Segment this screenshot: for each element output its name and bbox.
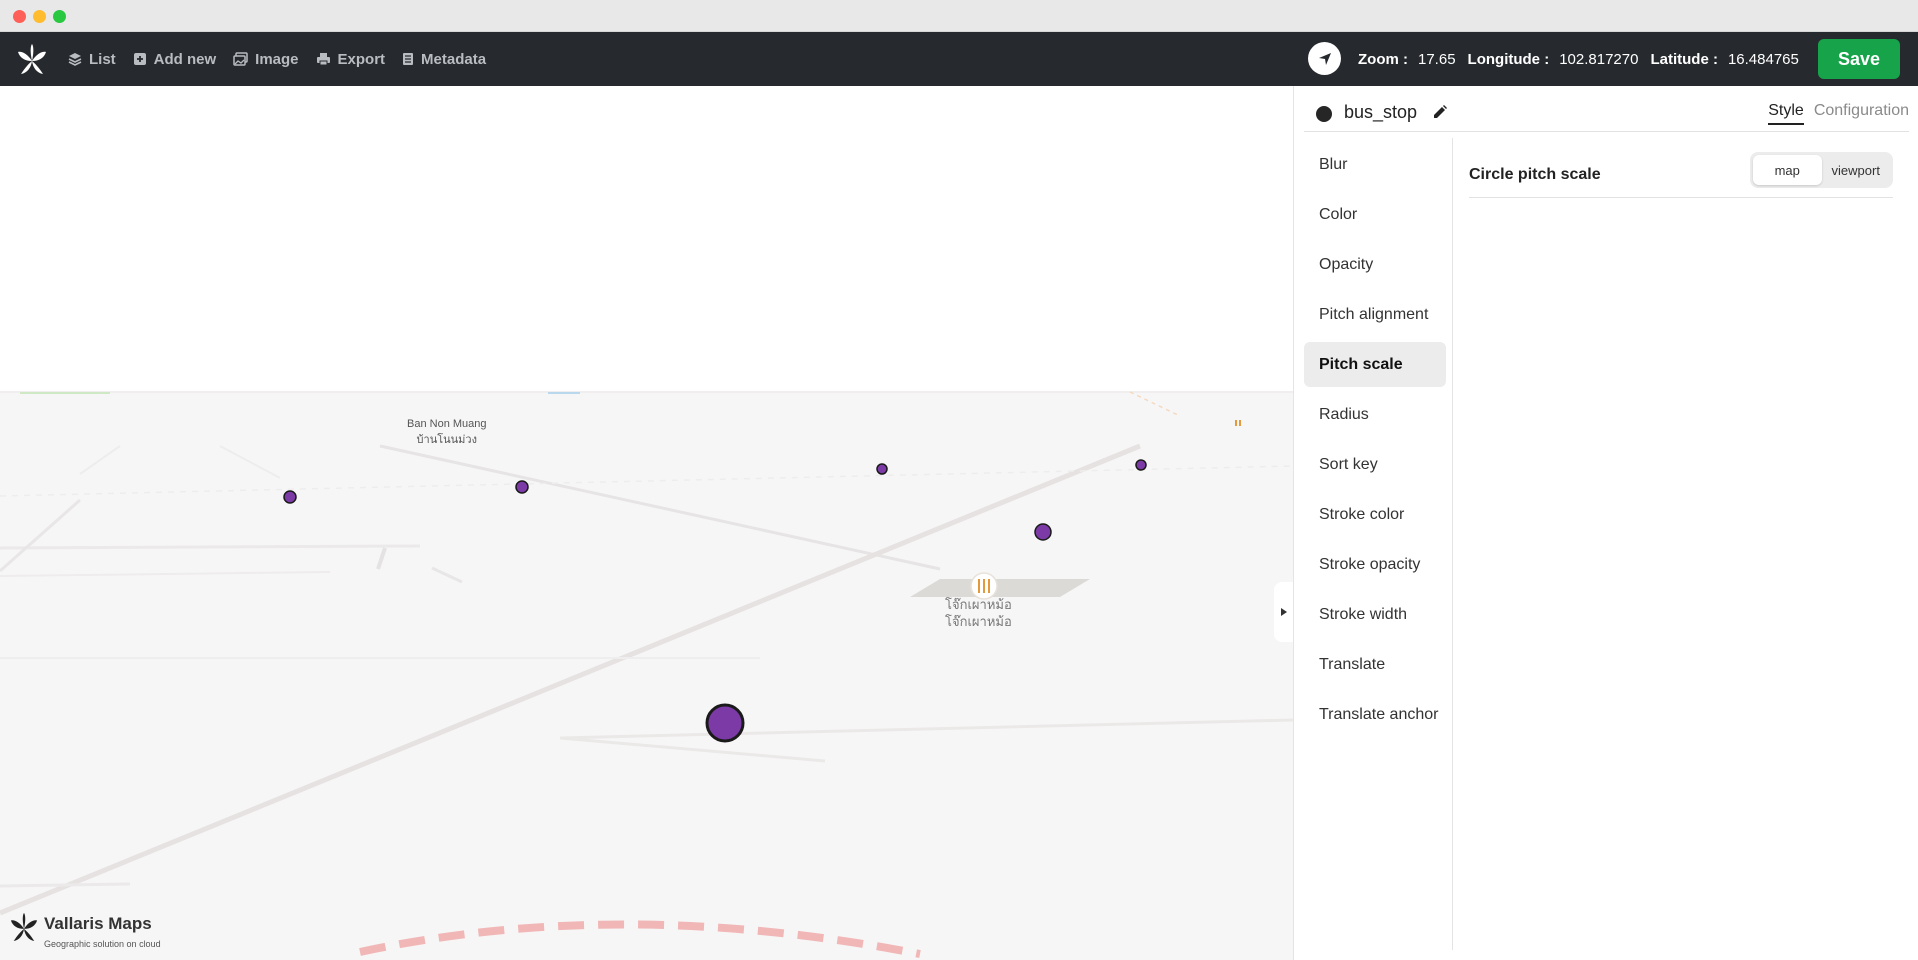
- layer-name: bus_stop: [1344, 102, 1418, 122]
- panel-divider: [1452, 138, 1453, 950]
- pitch-scale-toggle: map viewport: [1750, 152, 1893, 188]
- zoom-label: Zoom :: [1358, 50, 1408, 68]
- property-color[interactable]: Color: [1304, 192, 1446, 237]
- circle-pitch-scale-setting: Circle pitch scale map viewport: [1469, 152, 1893, 198]
- property-list: Blur Color Opacity Pitch alignment Pitch…: [1304, 142, 1446, 742]
- map-ground: [0, 392, 1293, 960]
- document-icon: [403, 53, 414, 65]
- brand-name: Vallaris Maps: [44, 914, 152, 933]
- poi-label-line1: โจ๊กเผาหม้อ: [945, 597, 1012, 612]
- nav-export[interactable]: Export: [316, 50, 386, 68]
- tab-configuration[interactable]: Configuration: [1814, 102, 1909, 125]
- nav-image[interactable]: Image: [233, 50, 299, 68]
- nav-metadata[interactable]: Metadata: [402, 51, 486, 68]
- map-coordinates: Zoom : 17.65 Longitude : 102.817270 Lati…: [1358, 32, 1811, 86]
- village-label-en: Ban Non Muang: [407, 418, 487, 430]
- bus-stop-marker[interactable]: [283, 490, 297, 504]
- option-viewport[interactable]: viewport: [1822, 155, 1891, 185]
- bus-stop-marker[interactable]: [876, 463, 888, 475]
- setting-label: Circle pitch scale: [1469, 166, 1601, 183]
- bus-stop-marker[interactable]: [705, 703, 745, 743]
- top-toolbar: List Add new Image Export Metadata Zoom …: [0, 32, 1918, 86]
- property-stroke-opacity[interactable]: Stroke opacity: [1304, 542, 1446, 587]
- map-canvas[interactable]: Ban Non Muang บ้านโนนม่วง โจ๊กเผาหม้อ โจ…: [0, 86, 1293, 960]
- layer-type-circle-icon: [1316, 106, 1332, 122]
- brand-tagline: Geographic solution on cloud: [44, 939, 161, 949]
- vallaris-brand: Vallaris Maps Geographic solution on clo…: [10, 912, 161, 949]
- main-nav: List Add new Image Export Metadata: [68, 32, 503, 86]
- bus-stop-marker[interactable]: [515, 480, 529, 494]
- nav-export-label: Export: [337, 50, 386, 68]
- property-translate-anchor[interactable]: Translate anchor: [1304, 692, 1446, 737]
- property-blur[interactable]: Blur: [1304, 142, 1446, 187]
- style-panel: bus_stop Style Configuration Blur Color …: [1293, 86, 1918, 960]
- save-button[interactable]: Save: [1818, 39, 1900, 79]
- image-icon: [233, 52, 248, 66]
- latitude-value: 16.484765: [1727, 50, 1799, 68]
- property-stroke-width[interactable]: Stroke width: [1304, 592, 1446, 637]
- locate-button[interactable]: [1308, 42, 1341, 75]
- option-map[interactable]: map: [1753, 155, 1822, 185]
- panel-collapse-toggle[interactable]: [1274, 582, 1293, 642]
- village-label-th: บ้านโนนม่วง: [416, 434, 477, 446]
- zoom-value: 17.65: [1418, 50, 1456, 68]
- map-horizon: [0, 391, 1293, 393]
- nav-add-new[interactable]: Add new: [133, 50, 217, 68]
- nav-add-new-label: Add new: [153, 50, 217, 68]
- property-translate[interactable]: Translate: [1304, 642, 1446, 687]
- navigation-arrow-icon: [1318, 52, 1331, 65]
- property-opacity[interactable]: Opacity: [1304, 242, 1446, 287]
- poi-label: โจ๊กเผาหม้อ โจ๊กเผาหม้อ: [945, 596, 1012, 630]
- tab-style[interactable]: Style: [1768, 102, 1804, 125]
- nav-image-label: Image: [255, 50, 299, 68]
- vallaris-logo-icon: [10, 913, 38, 941]
- layer-header: bus_stop Style Configuration: [1304, 96, 1909, 132]
- minimize-window-button[interactable]: [33, 10, 46, 23]
- property-sort-key[interactable]: Sort key: [1304, 442, 1446, 487]
- map-basemap: [0, 391, 1293, 960]
- window-titlebar: [0, 0, 1918, 32]
- panel-tabs: Style Configuration: [1758, 102, 1909, 125]
- village-label: Ban Non Muang บ้านโนนม่วง: [407, 418, 487, 448]
- plus-square-icon: [133, 53, 146, 65]
- poi-label-line2: โจ๊กเผาหม้อ: [945, 614, 1012, 629]
- property-stroke-color[interactable]: Stroke color: [1304, 492, 1446, 537]
- longitude-label: Longitude :: [1467, 50, 1550, 68]
- vallaris-logo-icon[interactable]: [17, 43, 47, 75]
- nav-metadata-label: Metadata: [421, 50, 487, 68]
- map-road: [0, 544, 421, 550]
- printer-icon: [316, 53, 330, 66]
- maximize-window-button[interactable]: [53, 10, 66, 23]
- map-building: [910, 579, 1090, 597]
- longitude-value: 102.817270: [1559, 50, 1639, 68]
- layers-icon: [68, 53, 82, 66]
- caret-right-icon: [1281, 608, 1287, 616]
- bus-stop-marker[interactable]: [1135, 459, 1147, 471]
- property-pitch-alignment[interactable]: Pitch alignment: [1304, 292, 1446, 337]
- edit-pencil-icon[interactable]: [1432, 104, 1448, 120]
- property-pitch-scale[interactable]: Pitch scale: [1304, 342, 1446, 387]
- property-radius[interactable]: Radius: [1304, 392, 1446, 437]
- bus-stop-marker[interactable]: [1034, 523, 1052, 541]
- nav-list-label: List: [89, 50, 116, 68]
- map-road: [0, 882, 131, 888]
- close-window-button[interactable]: [13, 10, 26, 23]
- nav-list[interactable]: List: [68, 51, 116, 68]
- latitude-label: Latitude :: [1650, 50, 1718, 68]
